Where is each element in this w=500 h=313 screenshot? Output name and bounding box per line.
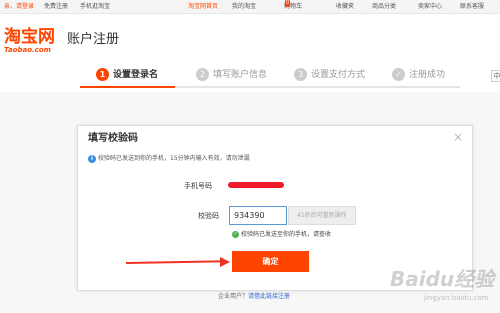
register-link[interactable]: 免费注册 <box>44 0 68 14</box>
step-label: 设置登录名 <box>113 70 159 80</box>
code-sent-text: 校验码已发送至你的手机，请查收 <box>241 231 332 238</box>
sms-notice: i 校验码已发送到你的手机，15分钟内输入有效，请勿泄漏 <box>88 154 250 164</box>
login-link[interactable]: 亲，请登录 <box>4 0 34 14</box>
info-icon: i <box>88 154 96 163</box>
logo-text: 淘宝网 <box>4 27 55 47</box>
step-set-login-name: 1 设置登录名 <box>96 68 158 82</box>
mobile-link[interactable]: 手机逛淘宝 <box>80 0 110 14</box>
step-label: 填写账户信息 <box>213 70 268 80</box>
sms-notice-text: 校验码已发送到你的手机，15分钟内输入有效，请勿泄漏 <box>98 155 250 162</box>
step-number: 3 <box>294 68 307 81</box>
check-circle-icon: ✓ <box>232 231 239 238</box>
close-icon[interactable]: × <box>452 131 464 143</box>
enterprise-link[interactable]: 请借此链接注册 <box>248 293 290 300</box>
step-set-payment: 3 设置支付方式 <box>294 68 365 82</box>
registration-steps: 1 设置登录名 2 填写账户信息 3 设置支付方式 ✓ 注册成功 <box>0 62 500 92</box>
verification-code-input[interactable] <box>229 206 287 225</box>
top-nav-bar: 亲，请登录 免费注册 手机逛淘宝 淘宝网首页 我的淘宝 购物车 0 收藏夹 商品分… <box>0 0 500 14</box>
resend-code-button[interactable]: 41秒后可重新操作 <box>288 206 356 225</box>
step-number: 2 <box>196 68 209 81</box>
code-sent-tip: ✓ 校验码已发送至你的手机，请查收 <box>232 230 331 240</box>
step-number: 1 <box>96 68 109 81</box>
check-icon: ✓ <box>392 68 405 81</box>
phone-label: 手机号码 <box>184 182 212 190</box>
watermark-logo: Baidu经验 <box>390 267 495 291</box>
annotation-arrow-head <box>220 257 230 267</box>
baidu-watermark: Baidu经验 jingyan.baidu.com <box>390 264 498 310</box>
my-taobao-link[interactable]: 我的淘宝 <box>232 0 256 14</box>
enterprise-prefix: 企业用户？ <box>218 293 249 300</box>
step-fill-account-info: 2 填写账户信息 <box>196 68 267 82</box>
step-label: 设置支付方式 <box>311 70 366 80</box>
phone-value <box>228 180 284 190</box>
redaction-mark <box>228 182 284 188</box>
logo-domain: Taobao.com <box>4 46 51 54</box>
cart-count-badge: 0 <box>285 0 291 7</box>
code-label: 校验码 <box>198 212 219 220</box>
favorites-link[interactable]: 收藏夹 <box>336 0 354 14</box>
confirm-button[interactable]: 确定 <box>232 251 309 272</box>
step-success: ✓ 注册成功 <box>392 68 445 82</box>
home-link[interactable]: 淘宝网首页 <box>188 0 218 14</box>
language-toggle[interactable]: 中 <box>491 70 500 82</box>
step-label: 注册成功 <box>409 70 446 80</box>
page-title: 账户注册 <box>67 32 120 47</box>
enterprise-register: 企业用户？请借此链接注册 <box>218 292 290 302</box>
service-link[interactable]: 联系客服 <box>460 0 484 14</box>
categories-link[interactable]: 商品分类 <box>372 0 396 14</box>
watermark-domain: jingyan.baidu.com <box>424 294 489 302</box>
steps-track-active <box>80 86 175 88</box>
dialog-title: 填写校验码 <box>88 133 138 144</box>
seller-center-link[interactable]: 卖家中心 <box>418 0 442 14</box>
